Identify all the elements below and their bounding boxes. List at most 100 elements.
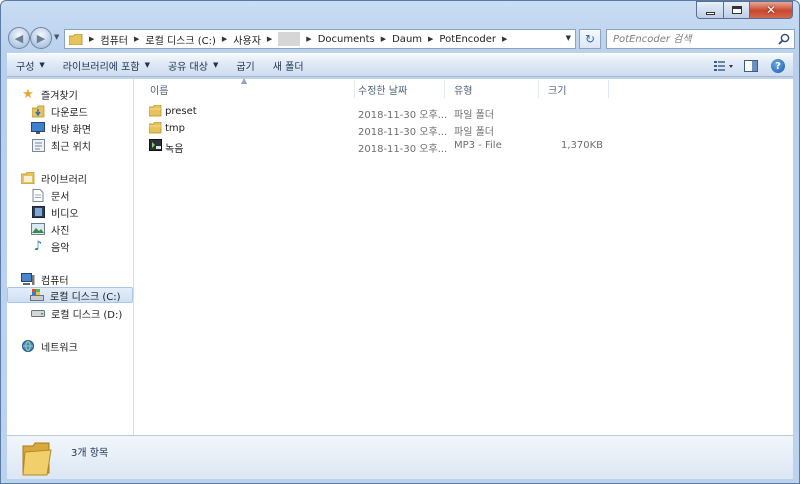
breadcrumb-username-redacted[interactable] — [278, 32, 301, 46]
nav-drive-d-label: 로컬 디스크 (D:) — [51, 309, 123, 321]
burn-button[interactable]: 굽기 — [227, 54, 263, 76]
file-row[interactable]: preset 2018-11-30 오후... 파일 폴더 — [135, 104, 735, 121]
breadcrumb-drive-c[interactable]: 로컬 디스크 (C:) — [145, 32, 216, 47]
nav-drive-c[interactable]: 로컬 디스크 (C:) — [7, 287, 133, 303]
share-with-menu[interactable]: 공유 대상 ▼ — [159, 54, 227, 76]
folder-icon — [148, 104, 162, 120]
media-file-icon — [149, 139, 162, 154]
breadcrumb-separator[interactable]: ▶ — [428, 35, 433, 43]
search-icon[interactable] — [778, 33, 790, 45]
forward-arrow-icon: ▶ — [36, 31, 46, 45]
breadcrumb-separator[interactable]: ▶ — [306, 35, 311, 43]
nav-videos[interactable]: 비디오 — [31, 204, 79, 220]
main-area: ★ 즐겨찾기 다운로드 바탕 화면 최근 위치 라이브러리 문서 비디오 사진 … — [7, 76, 793, 435]
breadcrumb-separator[interactable]: ▶ — [267, 35, 272, 43]
nav-desktop[interactable]: 바탕 화면 — [31, 120, 91, 136]
desktop-icon — [31, 122, 45, 135]
nav-music-label: 음악 — [51, 242, 70, 254]
close-icon: ✕ — [765, 3, 777, 17]
network-icon — [21, 339, 35, 353]
back-arrow-icon: ◀ — [14, 31, 24, 45]
nav-network[interactable]: 네트워크 — [21, 338, 78, 354]
nav-recent-places[interactable]: 최근 위치 — [31, 137, 91, 153]
include-in-library-menu[interactable]: 라이브러리에 포함 ▼ — [54, 54, 159, 76]
system-drive-icon — [30, 289, 44, 302]
star-icon: ★ — [22, 86, 34, 102]
command-bar: 구성 ▼ 라이브러리에 포함 ▼ 공유 대상 ▼ 굽기 새 폴더 ? — [7, 53, 793, 77]
new-folder-button[interactable]: 새 폴더 — [264, 54, 313, 76]
downloads-folder-icon — [31, 105, 45, 118]
organize-menu[interactable]: 구성 ▼ — [7, 54, 54, 76]
file-name: 녹음 — [165, 144, 184, 155]
breadcrumb-documents[interactable]: Documents — [318, 34, 375, 45]
nav-favorites[interactable]: ★ 즐겨찾기 — [21, 86, 78, 102]
nav-favorites-label: 즐겨찾기 — [41, 90, 78, 102]
include-library-label: 라이브러리에 포함 — [62, 61, 140, 73]
chevron-down-icon: ▼ — [39, 61, 45, 69]
recent-pages-dropdown[interactable]: ▼ — [54, 33, 59, 41]
breadcrumb-separator[interactable]: ▶ — [222, 35, 227, 43]
breadcrumb-potencoder[interactable]: PotEncoder — [439, 34, 496, 45]
help-icon: ? — [771, 59, 785, 73]
nav-recent-label: 최근 위치 — [51, 141, 91, 153]
nav-drive-d[interactable]: 로컬 디스크 (D:) — [31, 305, 122, 321]
address-bar[interactable]: ▶ 컴퓨터 ▶ 로컬 디스크 (C:) ▶ 사용자 ▶ ▶ Documents … — [64, 29, 576, 49]
chevron-down-icon: ▼ — [212, 61, 219, 69]
nav-desktop-label: 바탕 화면 — [51, 124, 91, 136]
file-type: 파일 폴더 — [454, 110, 494, 121]
file-size: 1,370KB — [560, 140, 603, 151]
file-date: 2018-11-30 오후... — [358, 110, 448, 121]
file-date: 2018-11-30 오후... — [358, 127, 448, 138]
breadcrumb-separator[interactable]: ▶ — [134, 35, 139, 43]
help-button[interactable]: ? — [767, 56, 789, 76]
new-folder-label: 새 폴더 — [272, 61, 304, 73]
file-list-view: ▲ 이름 수정한 날짜 유형 크기 preset 2018-11-30 오후..… — [135, 76, 793, 435]
column-header-date[interactable]: 수정한 날짜 — [349, 80, 445, 98]
folder-icon — [148, 121, 162, 137]
address-row: ◀ ▶ ▼ ▶ 컴퓨터 ▶ 로컬 디스크 (C:) ▶ 사용자 ▶ ▶ Docu… — [7, 25, 795, 51]
file-row[interactable]: tmp 2018-11-30 오후... 파일 폴더 — [135, 121, 735, 138]
breadcrumb-users[interactable]: 사용자 — [233, 32, 261, 47]
nav-pictures[interactable]: 사진 — [31, 221, 69, 237]
search-box — [606, 29, 795, 49]
documents-icon — [31, 188, 45, 202]
minimize-icon — [705, 11, 715, 15]
burn-label: 굽기 — [236, 61, 255, 73]
nav-pictures-label: 사진 — [51, 225, 70, 237]
libraries-icon — [21, 172, 35, 185]
nav-documents-label: 문서 — [51, 191, 70, 203]
column-name-label: 이름 — [150, 85, 169, 97]
file-row[interactable]: 녹음 2018-11-30 오후... MP3 - File 1,370KB — [135, 138, 735, 155]
breadcrumb-separator[interactable]: ▶ — [502, 35, 507, 43]
change-view-button[interactable] — [713, 56, 735, 76]
breadcrumb-computer[interactable]: 컴퓨터 — [100, 32, 128, 47]
nav-computer[interactable]: 컴퓨터 — [21, 271, 69, 287]
refresh-icon: ↻ — [584, 32, 596, 46]
close-button[interactable]: ✕ — [749, 1, 793, 19]
item-count: 3개 항목 — [71, 448, 109, 459]
recent-places-icon — [31, 138, 45, 152]
back-button[interactable]: ◀ — [8, 27, 30, 49]
breadcrumb-separator[interactable]: ▶ — [381, 35, 386, 43]
column-type-label: 유형 — [454, 85, 473, 97]
column-size-label: 크기 — [548, 85, 567, 97]
music-icon: ♪ — [33, 238, 43, 254]
forward-button[interactable]: ▶ — [30, 27, 52, 49]
nav-downloads[interactable]: 다운로드 — [31, 103, 88, 119]
column-header-type[interactable]: 유형 — [445, 80, 539, 98]
column-header-name[interactable]: 이름 — [141, 80, 355, 98]
file-date: 2018-11-30 오후... — [358, 144, 448, 155]
breadcrumb-daum[interactable]: Daum — [392, 34, 422, 45]
breadcrumb-separator[interactable]: ▶ — [89, 35, 94, 43]
column-header-size[interactable]: 크기 — [539, 80, 609, 98]
nav-music[interactable]: ♪ 음악 — [31, 238, 70, 254]
search-input[interactable] — [613, 33, 781, 45]
chevron-down-icon: ▼ — [144, 61, 150, 69]
maximize-button[interactable] — [723, 1, 749, 19]
nav-libraries[interactable]: 라이브러리 — [21, 170, 87, 186]
minimize-button[interactable] — [696, 1, 723, 19]
preview-pane-button[interactable] — [740, 56, 762, 76]
nav-documents[interactable]: 문서 — [31, 187, 69, 203]
refresh-button[interactable]: ↻ — [579, 29, 601, 49]
address-history-dropdown[interactable]: ▼ — [566, 34, 571, 42]
